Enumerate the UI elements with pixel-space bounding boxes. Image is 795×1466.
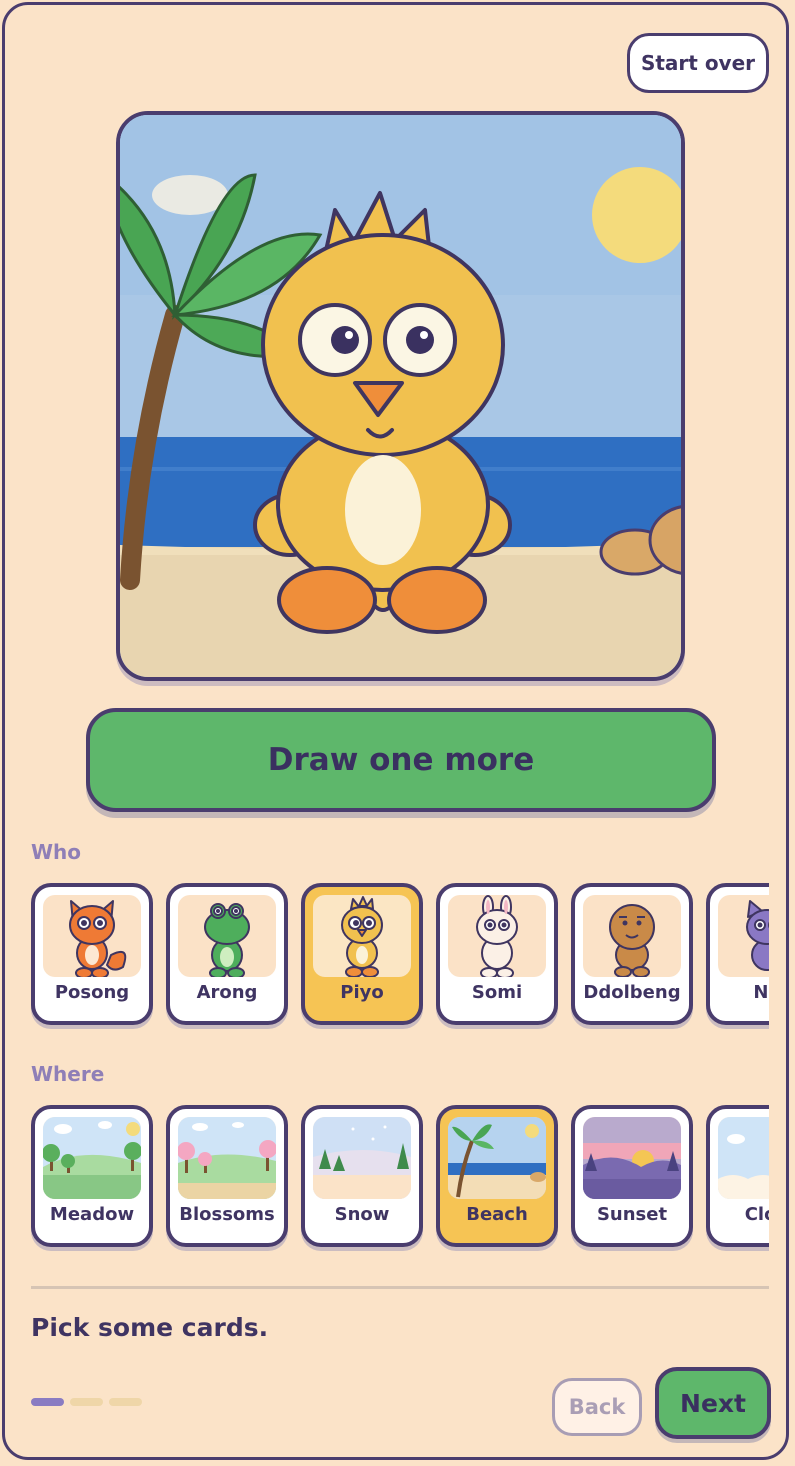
frog-icon <box>178 895 276 977</box>
sunset-icon <box>583 1117 681 1199</box>
draw-one-more-button[interactable]: Draw one more <box>86 708 716 812</box>
fox-icon <box>43 895 141 977</box>
where-card-clouds[interactable]: Clou <box>706 1105 769 1247</box>
card-label: Beach <box>466 1204 528 1225</box>
where-card-sunset[interactable]: Sunset <box>571 1105 693 1247</box>
step-dot-active <box>31 1398 64 1406</box>
card-label: Ddolbeng <box>583 982 681 1003</box>
blossoms-icon <box>178 1117 276 1199</box>
card-label: Somi <box>471 982 523 1003</box>
scene-illustration <box>116 111 685 681</box>
snow-icon <box>313 1117 411 1199</box>
step-indicator <box>31 1398 142 1406</box>
divider <box>31 1286 769 1289</box>
chick-icon <box>313 895 411 977</box>
next-button[interactable]: Next <box>655 1367 771 1439</box>
who-section-label: Who <box>31 840 82 864</box>
who-card-somi[interactable]: Somi <box>436 883 558 1025</box>
app-frame: Start over Draw one more Who Posong Aron… <box>2 2 789 1460</box>
who-card-piyo[interactable]: Piyo <box>301 883 423 1025</box>
card-label: Snow <box>334 1204 390 1225</box>
card-label: Piyo <box>340 982 384 1003</box>
instruction-text: Pick some cards. <box>31 1313 269 1342</box>
who-card-ddolbeng[interactable]: Ddolbeng <box>571 883 693 1025</box>
who-card-strip[interactable]: Posong Arong Piyo Somi Ddolbeng N <box>31 883 769 1031</box>
bear-icon <box>583 895 681 977</box>
card-label: Sunset <box>596 1204 668 1225</box>
beach-icon <box>448 1117 546 1199</box>
where-card-beach[interactable]: Beach <box>436 1105 558 1247</box>
card-label: Posong <box>54 982 130 1003</box>
bunny-icon <box>448 895 546 977</box>
where-card-snow[interactable]: Snow <box>301 1105 423 1247</box>
card-label: Na <box>753 982 769 1003</box>
clouds-icon <box>718 1117 769 1199</box>
card-label: Clou <box>744 1204 769 1225</box>
step-dot <box>109 1398 142 1406</box>
who-card-arong[interactable]: Arong <box>166 883 288 1025</box>
back-button[interactable]: Back <box>552 1378 642 1436</box>
where-section-label: Where <box>31 1062 105 1086</box>
start-over-button[interactable]: Start over <box>627 33 769 93</box>
where-card-blossoms[interactable]: Blossoms <box>166 1105 288 1247</box>
cat-icon <box>718 895 769 977</box>
step-dot <box>70 1398 103 1406</box>
where-card-meadow[interactable]: Meadow <box>31 1105 153 1247</box>
who-card-posong[interactable]: Posong <box>31 883 153 1025</box>
card-label: Arong <box>196 982 258 1003</box>
who-card-na[interactable]: Na <box>706 883 769 1025</box>
where-card-strip[interactable]: Meadow Blossoms Snow Beach Sunset Cl <box>31 1105 769 1253</box>
card-label: Meadow <box>49 1204 135 1225</box>
meadow-icon <box>43 1117 141 1199</box>
card-label: Blossoms <box>179 1204 275 1225</box>
